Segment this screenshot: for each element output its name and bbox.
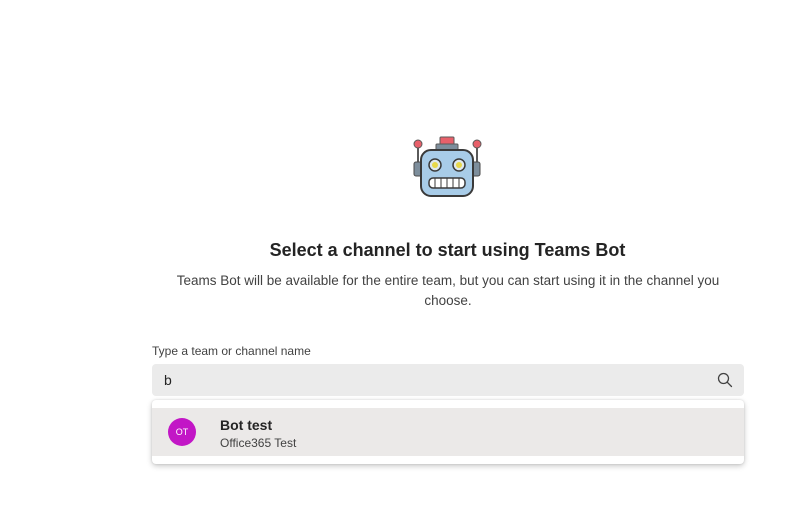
page-subtitle: Teams Bot will be available for the enti… [176, 273, 720, 308]
robot-icon [413, 136, 482, 197]
search-label: Type a team or channel name [152, 344, 311, 358]
avatar: OT [168, 418, 196, 446]
search-results-dropdown: OT Bot test Office365 Test [152, 400, 744, 464]
result-title: Bot test [220, 417, 273, 433]
search-icon[interactable] [717, 372, 733, 388]
channel-picker-page: Select a channel to start using Teams Bo… [0, 0, 795, 505]
page-title: Select a channel to start using Teams Bo… [269, 240, 626, 260]
search-box[interactable] [152, 364, 744, 396]
result-subtitle: Office365 Test [220, 436, 297, 450]
search-input[interactable] [164, 364, 704, 396]
result-item[interactable]: OT Bot test Office365 Test [152, 408, 744, 456]
